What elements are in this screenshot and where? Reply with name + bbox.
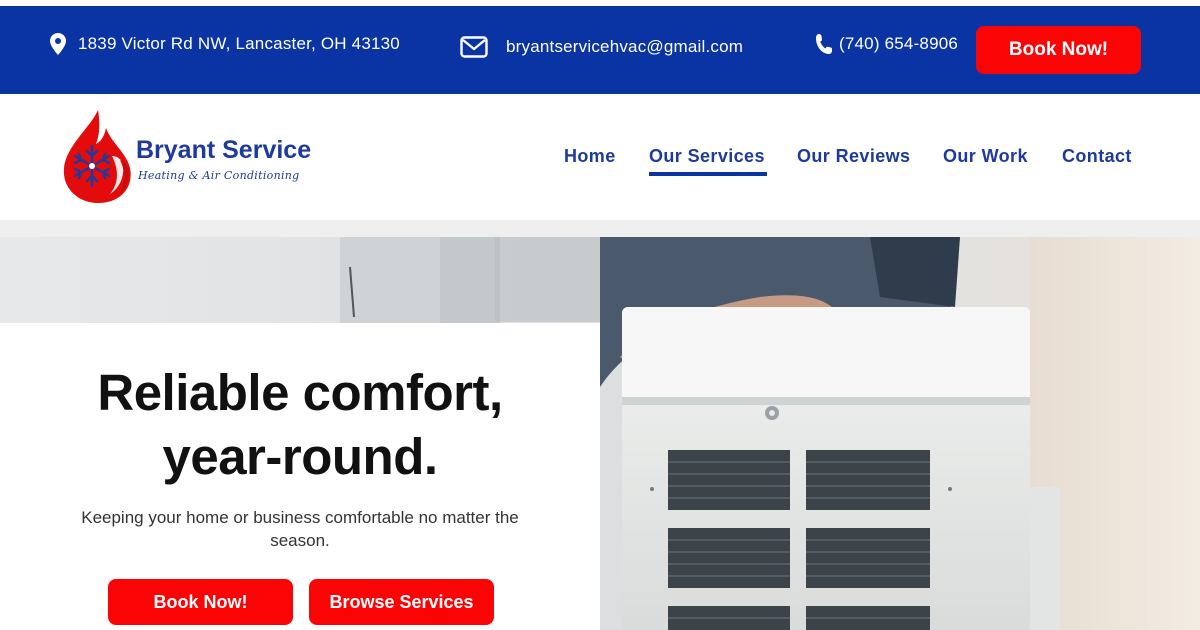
hero-title-line-2: year-round. xyxy=(162,428,438,485)
phone-icon xyxy=(815,33,833,55)
header-divider xyxy=(0,220,1200,237)
brand-name: Bryant Service xyxy=(136,136,312,164)
nav-home[interactable]: Home xyxy=(564,146,616,167)
browse-services-button[interactable]: Browse Services xyxy=(309,579,494,625)
email-text: bryantservicehvac@gmail.com xyxy=(506,37,744,56)
book-now-button[interactable]: Book Now! xyxy=(976,26,1141,74)
flame-snowflake-logo xyxy=(63,110,131,203)
hero-title: Reliable comfort, year-round. xyxy=(0,361,600,489)
nav-our-services[interactable]: Our Services xyxy=(649,146,765,167)
hero-title-line-1: Reliable comfort, xyxy=(97,364,503,421)
nav-our-work[interactable]: Our Work xyxy=(943,146,1028,167)
phone-text: (740) 654-8906 xyxy=(839,34,959,53)
envelope-icon xyxy=(460,36,488,58)
address-item[interactable]: 1839 Victor Rd NW, Lancaster, OH 43130 xyxy=(50,0,400,88)
hero-subtitle: Keeping your home or business comfortabl… xyxy=(81,508,519,550)
site-header: Bryant Service Heating & Air Conditionin… xyxy=(0,94,1200,220)
hero-book-now-button[interactable]: Book Now! xyxy=(108,579,293,625)
top-contact-bar: 1839 Victor Rd NW, Lancaster, OH 43130 b… xyxy=(0,6,1200,94)
brand-tagline: Heating & Air Conditioning xyxy=(138,169,300,182)
address-text: 1839 Victor Rd NW, Lancaster, OH 43130 xyxy=(78,34,400,53)
active-nav-indicator xyxy=(649,172,767,176)
hero-card: Reliable comfort, year-round. Keeping yo… xyxy=(0,323,600,630)
brand-logo[interactable]: Bryant Service Heating & Air Conditionin… xyxy=(60,108,320,204)
phone-item[interactable]: (740) 654-8906 xyxy=(815,0,958,88)
hero-section: Reliable comfort, year-round. Keeping yo… xyxy=(0,237,1200,630)
nav-contact[interactable]: Contact xyxy=(1062,146,1132,167)
email-item[interactable]: bryantservicehvac@gmail.com xyxy=(460,3,743,91)
nav-our-reviews[interactable]: Our Reviews xyxy=(797,146,910,167)
location-pin-icon xyxy=(50,33,66,55)
